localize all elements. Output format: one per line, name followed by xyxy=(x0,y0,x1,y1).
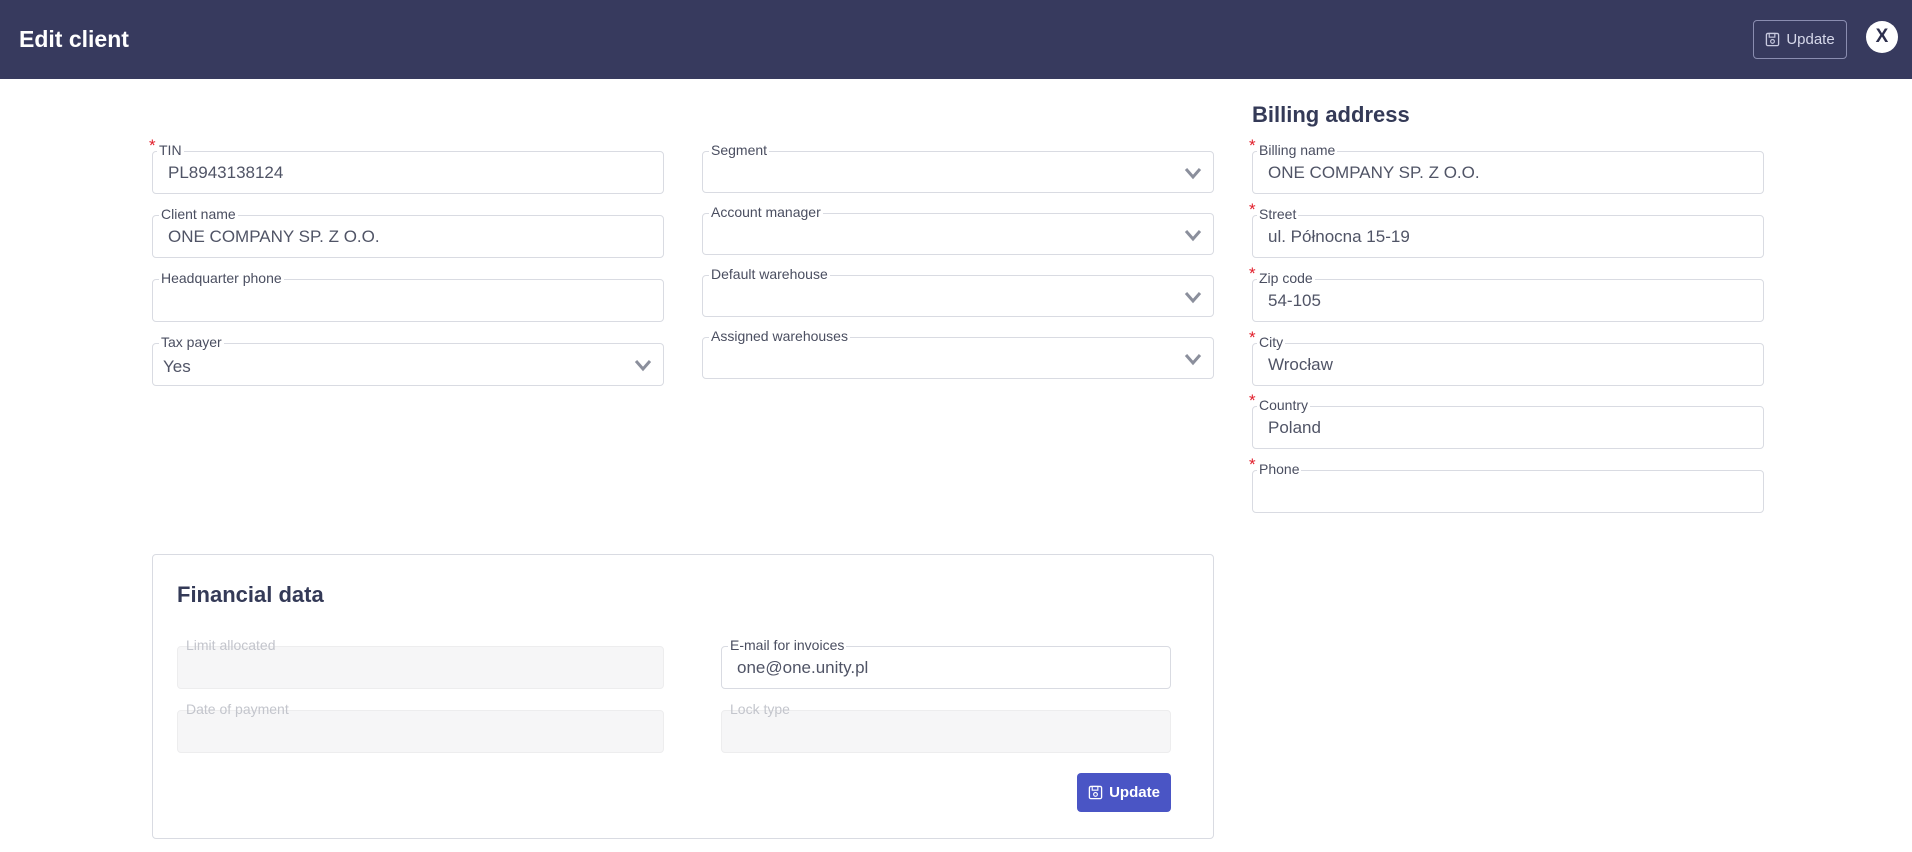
street-value: ul. Północna 15-19 xyxy=(1268,227,1410,246)
city-value: Wrocław xyxy=(1268,355,1333,374)
street-label: Street xyxy=(1257,206,1299,222)
tin-label: TIN xyxy=(157,142,184,158)
header-update-button[interactable]: Update xyxy=(1753,20,1847,59)
chevron-down-icon xyxy=(1184,354,1202,366)
email-invoices-field[interactable]: E-mail for invoices one@one.unity.pl xyxy=(721,637,1171,689)
chevron-down-icon xyxy=(1184,292,1202,304)
close-button[interactable]: X xyxy=(1866,21,1898,53)
tax-payer-select[interactable]: Tax payer Yes xyxy=(152,334,664,386)
required-marker: * xyxy=(1249,136,1256,155)
country-value: Poland xyxy=(1268,418,1321,437)
city-label: City xyxy=(1257,334,1286,350)
save-icon xyxy=(1088,785,1103,800)
required-marker: * xyxy=(1249,200,1256,219)
street-field[interactable]: * Street ul. Północna 15-19 xyxy=(1249,201,1764,258)
tax-payer-label: Tax payer xyxy=(159,334,224,350)
city-field[interactable]: * City Wrocław xyxy=(1249,329,1764,386)
financial-update-label: Update xyxy=(1109,784,1160,801)
client-name-label: Client name xyxy=(159,206,238,222)
billing-address-title: Billing address xyxy=(1252,102,1410,127)
date-of-payment-label: Date of payment xyxy=(186,701,289,717)
header-bar: Edit client Update X xyxy=(0,0,1912,79)
country-field[interactable]: * Country Poland xyxy=(1249,392,1764,449)
billing-name-field[interactable]: * Billing name ONE COMPANY SP. Z O.O. xyxy=(1249,137,1764,194)
phone-label: Phone xyxy=(1257,461,1302,477)
zip-code-label: Zip code xyxy=(1257,270,1315,286)
save-icon xyxy=(1766,32,1780,47)
page-title: Edit client xyxy=(19,26,129,52)
limit-allocated-field: Limit allocated xyxy=(177,637,664,689)
zip-code-value: 54-105 xyxy=(1268,291,1321,310)
segment-label: Segment xyxy=(709,142,770,158)
lock-type-label: Lock type xyxy=(730,701,790,717)
financial-data-title: Financial data xyxy=(177,582,324,607)
date-of-payment-field: Date of payment xyxy=(177,701,664,753)
hq-phone-label: Headquarter phone xyxy=(159,270,284,286)
chevron-down-icon xyxy=(634,360,652,372)
required-marker: * xyxy=(1249,455,1256,474)
required-marker: * xyxy=(1249,264,1256,283)
required-marker: * xyxy=(1249,328,1256,347)
default-warehouse-select[interactable]: Default warehouse xyxy=(702,266,1214,317)
lock-type-field: Lock type xyxy=(721,701,1171,753)
client-name-value: ONE COMPANY SP. Z O.O. xyxy=(168,227,380,246)
billing-name-label: Billing name xyxy=(1257,142,1338,158)
header-update-label: Update xyxy=(1786,31,1835,48)
segment-select[interactable]: Segment xyxy=(702,142,1214,193)
chevron-down-icon xyxy=(1184,230,1202,242)
tax-payer-value: Yes xyxy=(163,357,191,376)
required-marker: * xyxy=(1249,391,1256,410)
limit-allocated-label: Limit allocated xyxy=(186,637,276,653)
email-invoices-label: E-mail for invoices xyxy=(728,637,847,653)
default-warehouse-label: Default warehouse xyxy=(709,266,830,282)
required-marker: * xyxy=(149,136,156,155)
zip-code-field[interactable]: * Zip code 54-105 xyxy=(1249,265,1764,322)
billing-name-value: ONE COMPANY SP. Z O.O. xyxy=(1268,163,1480,182)
assigned-warehouses-select[interactable]: Assigned warehouses xyxy=(702,328,1214,379)
phone-field[interactable]: * Phone xyxy=(1249,456,1764,513)
hq-phone-field[interactable]: Headquarter phone xyxy=(152,270,664,322)
chevron-down-icon xyxy=(1184,168,1202,180)
financial-update-button[interactable]: Update xyxy=(1077,773,1171,812)
account-manager-select[interactable]: Account manager xyxy=(702,204,1214,255)
client-name-field[interactable]: Client name ONE COMPANY SP. Z O.O. xyxy=(152,206,664,258)
tin-field[interactable]: * TIN PL8943138124 xyxy=(149,137,664,194)
country-label: Country xyxy=(1257,397,1311,413)
tin-value: PL8943138124 xyxy=(168,163,284,182)
assigned-warehouses-label: Assigned warehouses xyxy=(709,328,850,344)
account-manager-label: Account manager xyxy=(709,204,823,220)
email-invoices-value: one@one.unity.pl xyxy=(737,658,869,677)
